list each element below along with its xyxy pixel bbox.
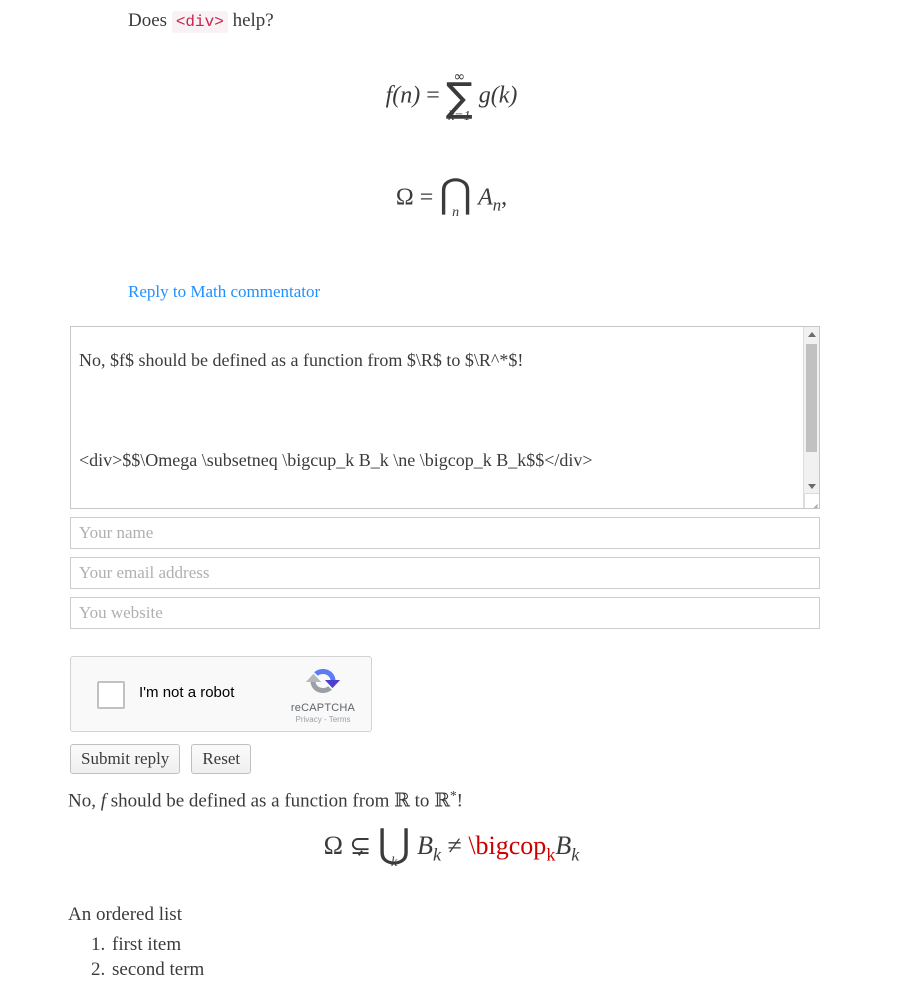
output-list-heading: An ordered list (68, 904, 182, 925)
output-post-text: ! (456, 790, 463, 812)
math-omega-rhs: A (478, 184, 493, 211)
recaptcha-branding: reCAPTCHA Privacy - Terms (283, 663, 363, 724)
name-input[interactable] (70, 517, 820, 549)
result-term-b1-sub: k (432, 844, 442, 865)
math-display-summation: f(n) = ∞ ∑ k=1 g(k) (0, 70, 903, 124)
textarea-resize-handle[interactable] (804, 493, 819, 508)
reply-textarea-container[interactable] (70, 326, 820, 509)
textarea-vertical-scrollbar[interactable] (803, 327, 819, 508)
math-display-result: Ω ⊊ ⋃ k Bk ≠ \bigcopkBk (0, 824, 903, 870)
output-set-reals-star: ℝ (434, 789, 450, 812)
recaptcha-brand-name: reCAPTCHA (290, 702, 356, 714)
output-ordered-list: first item second term (68, 932, 204, 982)
math-omega-lhs: Ω (395, 184, 414, 211)
output-set-reals: ℝ (394, 789, 410, 812)
list-item: first item (110, 932, 204, 957)
math-sum-relation: = (426, 82, 440, 109)
scrollbar-thumb[interactable] (806, 344, 817, 452)
inline-code-div-tag: <div> (171, 11, 228, 33)
reply-form: I'm not a robot reCAPTCHA Privacy - Term… (70, 326, 820, 774)
submit-reply-button[interactable]: Submit reply (70, 744, 181, 774)
math-omega-trailing: , (501, 184, 508, 211)
scroll-down-arrow-icon[interactable] (804, 479, 819, 494)
recaptcha-terms-link[interactable]: Privacy - Terms (283, 715, 363, 724)
output-to-text: to (409, 790, 435, 812)
output-mid-text: should be defined as a function from (106, 790, 395, 812)
result-union-operator-group: ⋃ k (378, 824, 411, 870)
result-term-b2: B (555, 830, 572, 860)
quoted-comment-before: Does (128, 10, 172, 31)
math-sum-operator-group: ∞ ∑ k=1 (446, 70, 473, 124)
quoted-comment-after: help? (227, 10, 274, 31)
result-term-b2-sub: k (571, 844, 580, 865)
result-relation-neq: ≠ (447, 830, 462, 860)
result-lhs: Ω (323, 830, 343, 860)
latex-error-macro: \bigcop (468, 830, 547, 860)
scroll-up-arrow-icon[interactable] (804, 327, 819, 342)
math-omega-rhs-sub: n (492, 195, 502, 215)
reset-button[interactable]: Reset (191, 744, 252, 774)
recaptcha-widget[interactable]: I'm not a robot reCAPTCHA Privacy - Term… (70, 656, 372, 732)
math-omega-relation: = (419, 184, 434, 211)
reply-textarea[interactable] (71, 327, 804, 508)
email-input[interactable] (70, 557, 820, 589)
math-sum-rhs: g(k) (478, 82, 518, 109)
quoted-comment-text: Does <div> help? (128, 8, 274, 35)
math-sum-lower-limit: k=1 (447, 109, 471, 124)
math-sum-lhs: f(n) (385, 82, 421, 109)
recaptcha-label: I'm not a robot (139, 684, 235, 701)
output-star-superscript: * (449, 788, 457, 803)
result-relation-subsetneq: ⊊ (349, 830, 372, 860)
comment-thread-page: Does <div> help? f(n) = ∞ ∑ k=1 g(k) Ω =… (0, 0, 903, 984)
result-term-b1: B (417, 830, 433, 860)
website-input[interactable] (70, 597, 820, 629)
reply-to-math-commentator-link[interactable]: Reply to Math commentator (128, 282, 320, 302)
output-pre-text: No, (68, 790, 101, 812)
list-item: second term (110, 957, 204, 982)
math-display-omega: Ω = ⋂ n An, (0, 174, 903, 220)
math-omega-operator-group: ⋂ n (439, 174, 472, 220)
form-button-row: Submit reply Reset (70, 744, 820, 774)
recaptcha-checkbox[interactable] (97, 681, 125, 709)
rendered-output-paragraph: No, f should be defined as a function fr… (68, 788, 463, 813)
recaptcha-logo-icon (302, 663, 344, 701)
